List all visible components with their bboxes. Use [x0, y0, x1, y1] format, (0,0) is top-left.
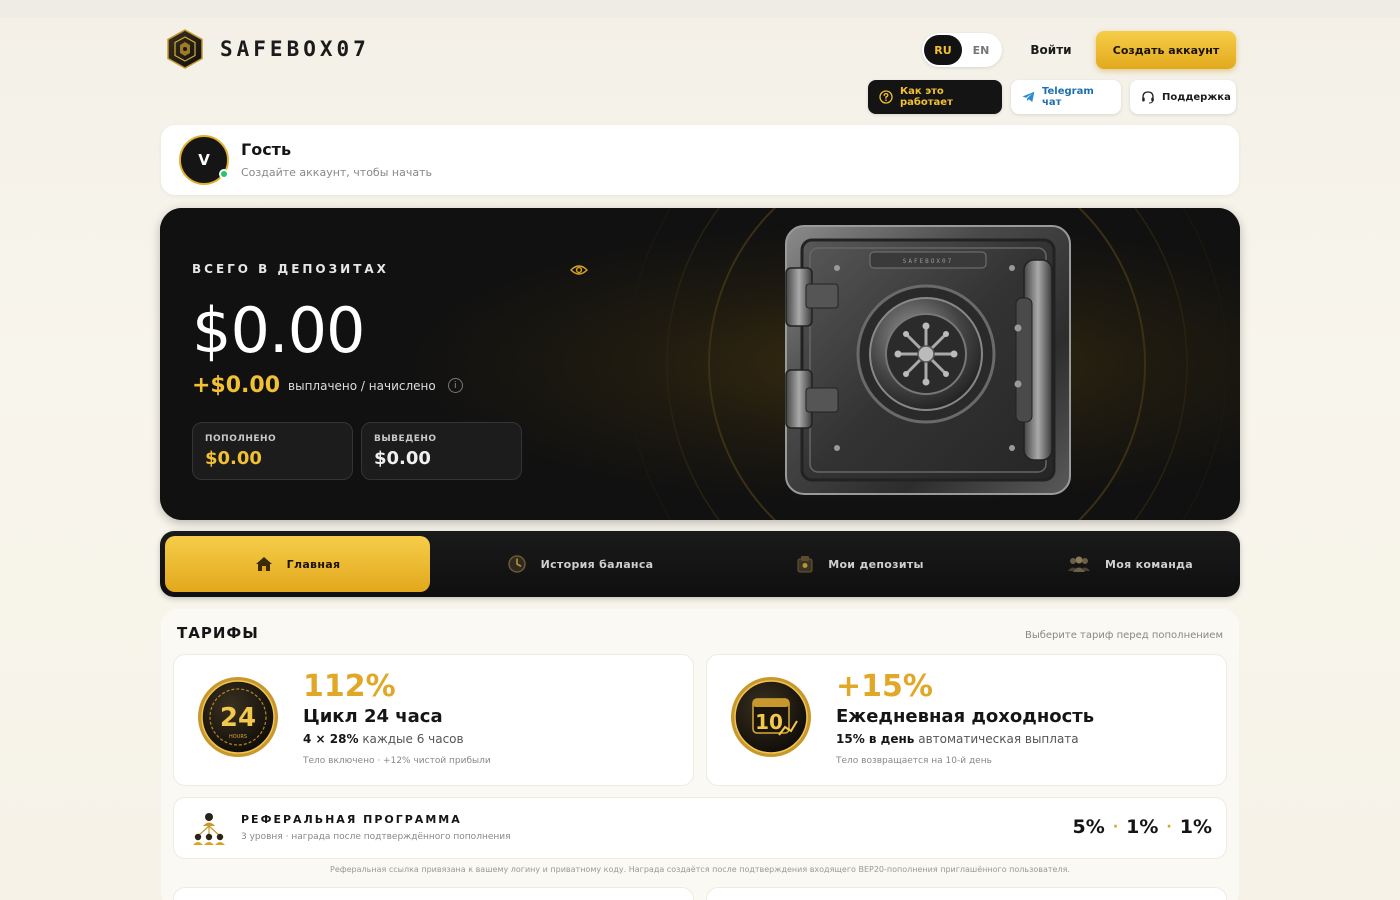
deposited-label: ПОПОЛНЕНО [205, 434, 277, 444]
telegram-icon [1022, 91, 1035, 102]
logo-hexagon-icon [167, 29, 203, 69]
brand-name: SAFEBOX07 [220, 37, 370, 61]
tab-my-team-label: Моя команда [1104, 557, 1194, 571]
referral-level-1: 5% [1072, 816, 1105, 838]
referral-title: РЕФЕРАЛЬНАЯ ПРОГРАММА [241, 813, 462, 826]
lang-en-button[interactable]: EN [962, 35, 1000, 65]
team-icon [1067, 556, 1090, 572]
how-it-works-button[interactable]: Как это работает [868, 80, 1002, 114]
user-card: V Гость Создайте аккаунт, чтобы начать [161, 125, 1239, 195]
withdrawn-amount: $0.00 [374, 448, 431, 469]
create-account-button[interactable]: Создать аккаунт [1096, 31, 1236, 69]
referral-levels: 5% · 1% · 1% [1073, 816, 1212, 838]
tariff-daily-details-rest: автоматическая выплата [918, 732, 1079, 746]
tariff-daily-details-bold: 15% в день [836, 732, 915, 746]
tariff-card-daily[interactable]: 10 +15% Ежедневная доходность 15% в день… [706, 654, 1227, 786]
coin-24-sub: HOURS [229, 734, 247, 740]
tariffs-title: ТАРИФЫ [177, 624, 259, 642]
tab-my-team[interactable]: Моя команда [1010, 536, 1250, 592]
tab-home-label: Главная [286, 557, 341, 571]
tariffs-section: ТАРИФЫ Выберите тариф перед пополнением … [161, 609, 1239, 900]
tariff-card-24h[interactable]: 24 HOURS 112% Цикл 24 часа 4 × 28% кажды… [173, 654, 694, 786]
question-icon [879, 90, 893, 104]
avatar-initial: V [198, 151, 210, 169]
main-nav: Главная История баланса Мои депозиты Моя… [160, 531, 1240, 597]
paid-amount: +$0.00 [192, 373, 281, 398]
safe-plate-text: SAFEBOX07 [903, 258, 954, 265]
home-icon [255, 557, 272, 571]
support-button[interactable]: Поддержка [1130, 80, 1236, 114]
tariff-daily-percent: +15% [836, 669, 933, 704]
tariff-daily-name: Ежедневная доходность [836, 706, 1095, 727]
lang-ru-button[interactable]: RU [924, 35, 962, 65]
tariff-24h-details-bold: 4 × 28% [303, 732, 359, 746]
withdrawn-card: ВЫВЕДЕНО $0.00 [361, 422, 522, 480]
tariff-24h-percent: 112% [303, 669, 396, 704]
tariff-24h-note: Тело включено · +12% чистой прибыли [303, 756, 491, 766]
paid-summary: +$0.00 выплачено / начислено i [192, 373, 463, 398]
bottom-card-left [173, 887, 694, 900]
tab-my-deposits[interactable]: Мои депозиты [740, 536, 980, 592]
top-strip [0, 0, 1400, 18]
eye-icon[interactable] [570, 264, 588, 276]
referral-network-icon [193, 813, 225, 845]
referral-level-2: 1% [1126, 816, 1159, 838]
telegram-label: Telegram чат [1042, 86, 1094, 108]
avatar[interactable]: V [179, 135, 229, 185]
tariffs-hint: Выберите тариф перед пополнением [1024, 630, 1223, 641]
history-icon [507, 555, 526, 573]
user-name: Гость [241, 140, 292, 159]
support-label: Поддержка [1162, 91, 1231, 103]
info-icon[interactable]: i [447, 378, 463, 393]
tab-my-deposits-label: Мои депозиты [828, 557, 924, 571]
deposited-card: ПОПОЛНЕНО $0.00 [192, 422, 353, 480]
deposit-icon [797, 556, 813, 573]
separator-dot: · [1166, 819, 1172, 835]
referral-subtitle: 3 уровня · награда после подтверждённого… [241, 832, 511, 842]
referral-note: Реферальная ссылка привязана к вашему ло… [330, 865, 1070, 874]
safe-illustration: SAFEBOX07 [785, 225, 1071, 495]
login-button[interactable]: Войти [1016, 33, 1086, 67]
tab-balance-history-label: История баланса [540, 557, 654, 571]
total-deposits-label: ВСЕГО В ДЕПОЗИТАХ [192, 262, 389, 276]
tariff-24h-details: 4 × 28% каждые 6 часов [303, 732, 464, 746]
bottom-card-right [706, 887, 1227, 900]
tab-home[interactable]: Главная [165, 536, 430, 592]
coin-10-icon: 10 [731, 677, 811, 757]
withdrawn-label: ВЫВЕДЕНО [374, 434, 437, 444]
coin-10-number: 10 [755, 710, 783, 734]
total-deposits-amount: $0.00 [192, 294, 365, 367]
brand-logo[interactable]: SAFEBOX07 [166, 29, 370, 69]
tariff-daily-details: 15% в день автоматическая выплата [836, 732, 1079, 746]
language-switch[interactable]: RU EN [922, 33, 1002, 67]
paid-label: выплачено / начислено [288, 378, 436, 393]
tariff-daily-note: Тело возвращается на 10-й день [836, 756, 992, 766]
how-it-works-label: Как это работает [900, 86, 953, 108]
referral-card[interactable]: РЕФЕРАЛЬНАЯ ПРОГРАММА 3 уровня · награда… [173, 797, 1227, 859]
tariff-24h-name: Цикл 24 часа [303, 706, 443, 727]
tariff-24h-details-rest: каждые 6 часов [362, 732, 464, 746]
balance-panel: ВСЕГО В ДЕПОЗИТАХ $0.00 +$0.00 выплачено… [160, 208, 1240, 520]
user-subtitle: Создайте аккаунт, чтобы начать [241, 166, 432, 179]
separator-dot: · [1112, 819, 1119, 835]
tab-balance-history[interactable]: История баланса [460, 536, 700, 592]
headset-icon [1142, 91, 1154, 104]
telegram-chat-button[interactable]: Telegram чат [1011, 80, 1121, 114]
online-indicator [219, 169, 229, 179]
deposited-amount: $0.00 [205, 448, 262, 469]
referral-level-3: 1% [1179, 816, 1212, 838]
coin-24-icon: 24 HOURS [198, 677, 278, 757]
coin-24-number: 24 [220, 703, 256, 733]
